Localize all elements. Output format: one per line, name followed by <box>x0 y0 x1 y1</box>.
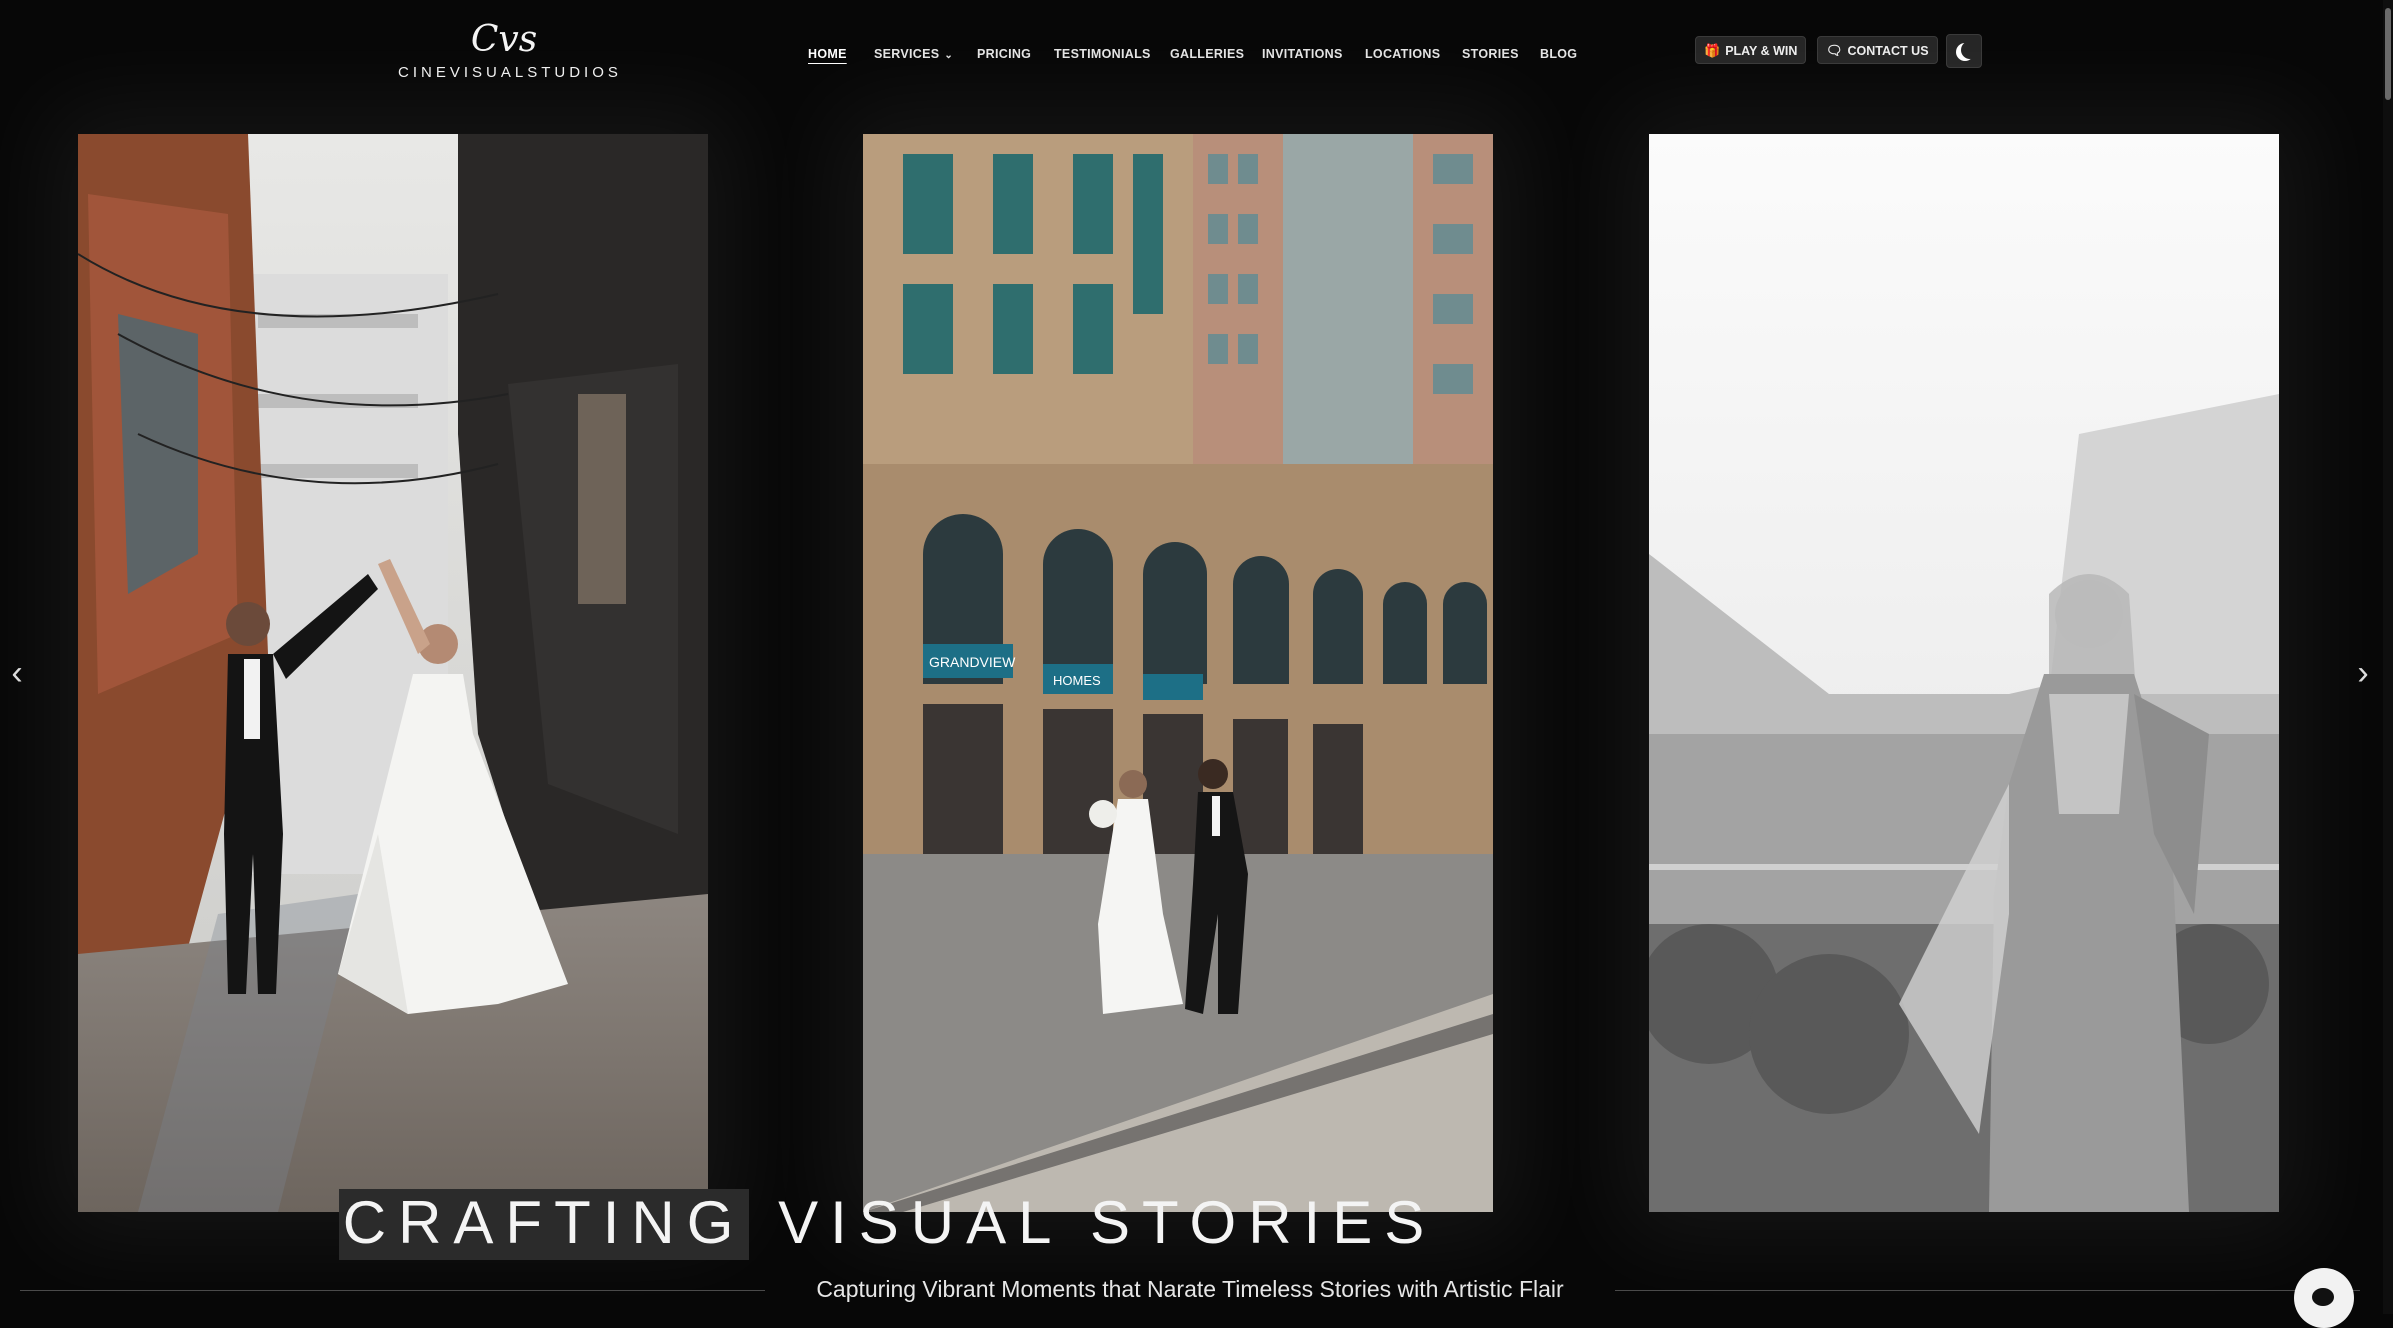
nav-invitations[interactable]: INVITATIONS <box>1262 40 1343 68</box>
brand-monogram: Cvs <box>470 19 538 60</box>
chat-widget-button[interactable] <box>2294 1268 2354 1328</box>
brand-wordmark: CINEVISUALSTUDIOS <box>398 64 622 81</box>
gallery-photo-couple-walking[interactable]: GRANDVIEW HOMES <box>863 134 1493 1212</box>
photo-bride-saree-image <box>1649 134 2279 1212</box>
nav-locations[interactable]: LOCATIONS <box>1365 40 1440 68</box>
page-scrollbar[interactable] <box>2383 0 2393 1314</box>
hero-title-rest: VISUAL STORIES <box>778 1189 1437 1256</box>
hero-subtitle: Capturing Vibrant Moments that Narate Ti… <box>816 1276 1564 1302</box>
gallery-photo-bride-saree[interactable] <box>1649 134 2279 1212</box>
chevron-down-icon: ⌄ <box>944 50 954 61</box>
nav-blog[interactable]: BLOG <box>1540 40 1577 68</box>
nav-services[interactable]: SERVICES ⌄ <box>874 40 953 70</box>
nav-galleries[interactable]: GALLERIES <box>1170 40 1244 68</box>
nav-pricing[interactable]: PRICING <box>977 40 1031 68</box>
photo-couple-walking-image: GRANDVIEW HOMES <box>863 134 1493 1212</box>
gift-icon: 🎁 <box>1704 43 1721 58</box>
homes-sign: HOMES <box>1053 673 1101 688</box>
nav-stories[interactable]: STORIES <box>1462 40 1519 68</box>
carousel-prev-arrow[interactable]: ‹ <box>2 655 32 691</box>
nav-testimonials[interactable]: TESTIMONIALS <box>1054 40 1151 68</box>
nav-home[interactable]: HOME <box>808 40 847 68</box>
gallery-photo-couple-dancing[interactable] <box>78 134 708 1212</box>
theme-toggle-button[interactable] <box>1946 34 1982 68</box>
nav-services-label: SERVICES <box>874 47 940 61</box>
chat-icon: 🗨 <box>1826 43 1843 58</box>
chat-bubble-icon <box>2312 1288 2334 1306</box>
play-and-win-label: PLAY & WIN <box>1725 44 1798 58</box>
page-scrollbar-thumb[interactable] <box>2385 8 2391 100</box>
carousel-next-arrow[interactable]: › <box>2348 655 2378 691</box>
moon-icon <box>1961 41 1979 59</box>
contact-us-button[interactable]: 🗨 CONTACT US <box>1817 36 1938 64</box>
hero-title-highlight: CRAFTING <box>338 1189 750 1260</box>
grandview-sign: GRANDVIEW <box>929 654 1016 670</box>
play-and-win-button[interactable]: 🎁 PLAY & WIN <box>1695 36 1807 64</box>
photo-couple-dancing-image <box>78 134 708 1212</box>
contact-us-label: CONTACT US <box>1847 44 1929 58</box>
brand-logo[interactable]: Cvs CINEVISUALSTUDIOS <box>398 19 622 84</box>
hero-title: CRAFTING VISUAL STORIES <box>0 1188 1775 1260</box>
